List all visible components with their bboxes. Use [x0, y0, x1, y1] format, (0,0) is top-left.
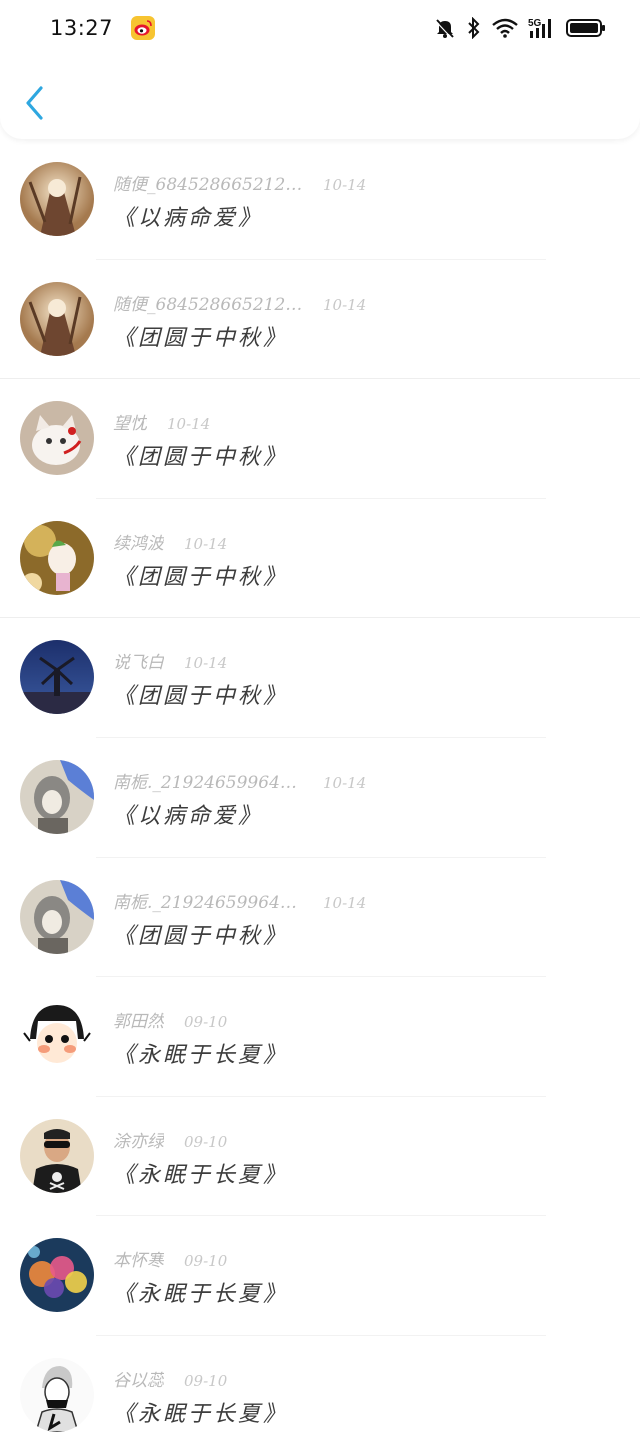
mute-bell-icon — [435, 19, 454, 39]
item-meta: 本怀寒 09-10 — [113, 1246, 227, 1271]
item-meta: 望忱 10-14 — [113, 409, 210, 434]
user-name[interactable]: 续鸿波 — [113, 529, 164, 554]
signal-5g-icon: 5G — [528, 18, 551, 38]
user-name[interactable]: 郭田然 — [113, 1007, 164, 1032]
list-item[interactable]: 本怀寒 09-10 《永眠于长夏》 — [0, 1216, 640, 1336]
item-meta: 南栀._2192465996481... 10-14 — [113, 888, 366, 913]
work-title[interactable]: 《团圆于中秋》 — [113, 918, 288, 950]
top-header: 13:27 5G — [0, 0, 640, 139]
item-date: 10-14 — [323, 893, 367, 912]
list-item[interactable]: 随便_6845286652126... 10-14 《以病命爱》 — [0, 140, 640, 260]
white-cat-avatar[interactable] — [20, 401, 94, 476]
item-date: 09-10 — [184, 1371, 228, 1390]
portrait-avatar[interactable] — [20, 281, 94, 356]
wifi-icon — [492, 18, 518, 38]
user-name[interactable]: 涂亦绿 — [113, 1127, 164, 1152]
work-title[interactable]: 《团圆于中秋》 — [113, 678, 288, 710]
anime-boy-avatar[interactable] — [20, 759, 94, 834]
battery-icon — [566, 19, 605, 37]
list-item[interactable]: 南栀._2192465996481... 10-14 《团圆于中秋》 — [0, 858, 640, 978]
item-meta: 说飞白 10-14 — [113, 648, 227, 673]
user-name[interactable]: 说飞白 — [113, 648, 164, 673]
item-meta: 南栀._2192465996481... 10-14 — [113, 768, 366, 793]
user-name[interactable]: 南栀._2192465996481... — [113, 768, 303, 793]
status-bar: 13:27 5G — [0, 0, 640, 56]
item-meta: 随便_6845286652126... 10-14 — [113, 290, 366, 315]
item-meta: 续鸿波 10-14 — [113, 529, 227, 554]
sketch-avatar[interactable] — [20, 1357, 94, 1432]
back-button[interactable] — [18, 84, 52, 122]
work-title[interactable]: 《团圆于中秋》 — [113, 320, 288, 352]
bluetooth-icon — [468, 17, 480, 39]
user-name[interactable]: 随便_6845286652126... — [113, 170, 303, 195]
item-date: 09-10 — [184, 1132, 228, 1151]
item-date: 10-14 — [323, 176, 367, 194]
user-name[interactable]: 南栀._2192465996481... — [113, 888, 303, 913]
list-item[interactable]: 说飞白 10-14 《团圆于中秋》 — [0, 618, 640, 738]
work-title[interactable]: 《以病命爱》 — [113, 200, 263, 232]
work-title[interactable]: 《团圆于中秋》 — [113, 559, 288, 591]
balloons-avatar[interactable] — [20, 1238, 94, 1313]
work-title[interactable]: 《以病命爱》 — [113, 798, 263, 830]
work-title[interactable]: 《永眠于长夏》 — [113, 1396, 288, 1428]
user-name[interactable]: 本怀寒 — [113, 1246, 164, 1271]
item-meta: 随便_6845286652126... 10-14 — [113, 170, 366, 195]
user-name[interactable]: 谷以蕊 — [113, 1366, 164, 1391]
work-title[interactable]: 《永眠于长夏》 — [113, 1276, 288, 1308]
chevron-left-icon — [26, 86, 43, 120]
item-meta: 涂亦绿 09-10 — [113, 1127, 227, 1152]
svg-text:5G: 5G — [528, 18, 542, 29]
item-meta: 谷以蕊 09-10 — [113, 1366, 227, 1391]
status-time: 13:27 — [50, 16, 114, 40]
item-date: 10-14 — [184, 534, 228, 553]
item-meta: 郭田然 09-10 — [113, 1007, 227, 1032]
item-date: 09-10 — [184, 1252, 228, 1271]
list-item[interactable]: 谷以蕊 09-10 《永眠于长夏》 — [0, 1336, 640, 1433]
user-name[interactable]: 随便_6845286652126... — [113, 290, 303, 315]
sunglasses-man-avatar[interactable] — [20, 1118, 94, 1193]
list-item[interactable]: 郭田然 09-10 《永眠于长夏》 — [0, 977, 640, 1097]
cartoon-girl-avatar[interactable] — [20, 999, 94, 1074]
anime-girl-avatar[interactable] — [20, 520, 94, 595]
anime-boy-avatar[interactable] — [20, 879, 94, 954]
item-date: 10-14 — [167, 415, 211, 434]
list-item[interactable]: 随便_6845286652126... 10-14 《团圆于中秋》 — [0, 260, 640, 380]
list-item[interactable]: 涂亦绿 09-10 《永眠于长夏》 — [0, 1097, 640, 1217]
portrait-avatar[interactable] — [20, 162, 94, 236]
item-date: 10-14 — [323, 773, 367, 792]
list-item[interactable]: 续鸿波 10-14 《团圆于中秋》 — [0, 499, 640, 619]
status-icons: 5G — [434, 17, 606, 39]
item-date: 10-14 — [323, 295, 367, 314]
list-item[interactable]: 望忱 10-14 《团圆于中秋》 — [0, 379, 640, 499]
user-name[interactable]: 望忱 — [113, 409, 147, 434]
item-date: 09-10 — [184, 1013, 228, 1032]
work-title[interactable]: 《团圆于中秋》 — [113, 439, 288, 471]
weibo-notification-icon — [131, 16, 156, 40]
comment-list: 随便_6845286652126... 10-14 《以病命爱》 随便_6845… — [0, 140, 640, 1433]
item-date: 10-14 — [184, 654, 228, 673]
list-item[interactable]: 南栀._2192465996481... 10-14 《以病命爱》 — [0, 738, 640, 858]
work-title[interactable]: 《永眠于长夏》 — [113, 1037, 288, 1069]
work-title[interactable]: 《永眠于长夏》 — [113, 1157, 288, 1189]
windmill-avatar[interactable] — [20, 640, 94, 715]
